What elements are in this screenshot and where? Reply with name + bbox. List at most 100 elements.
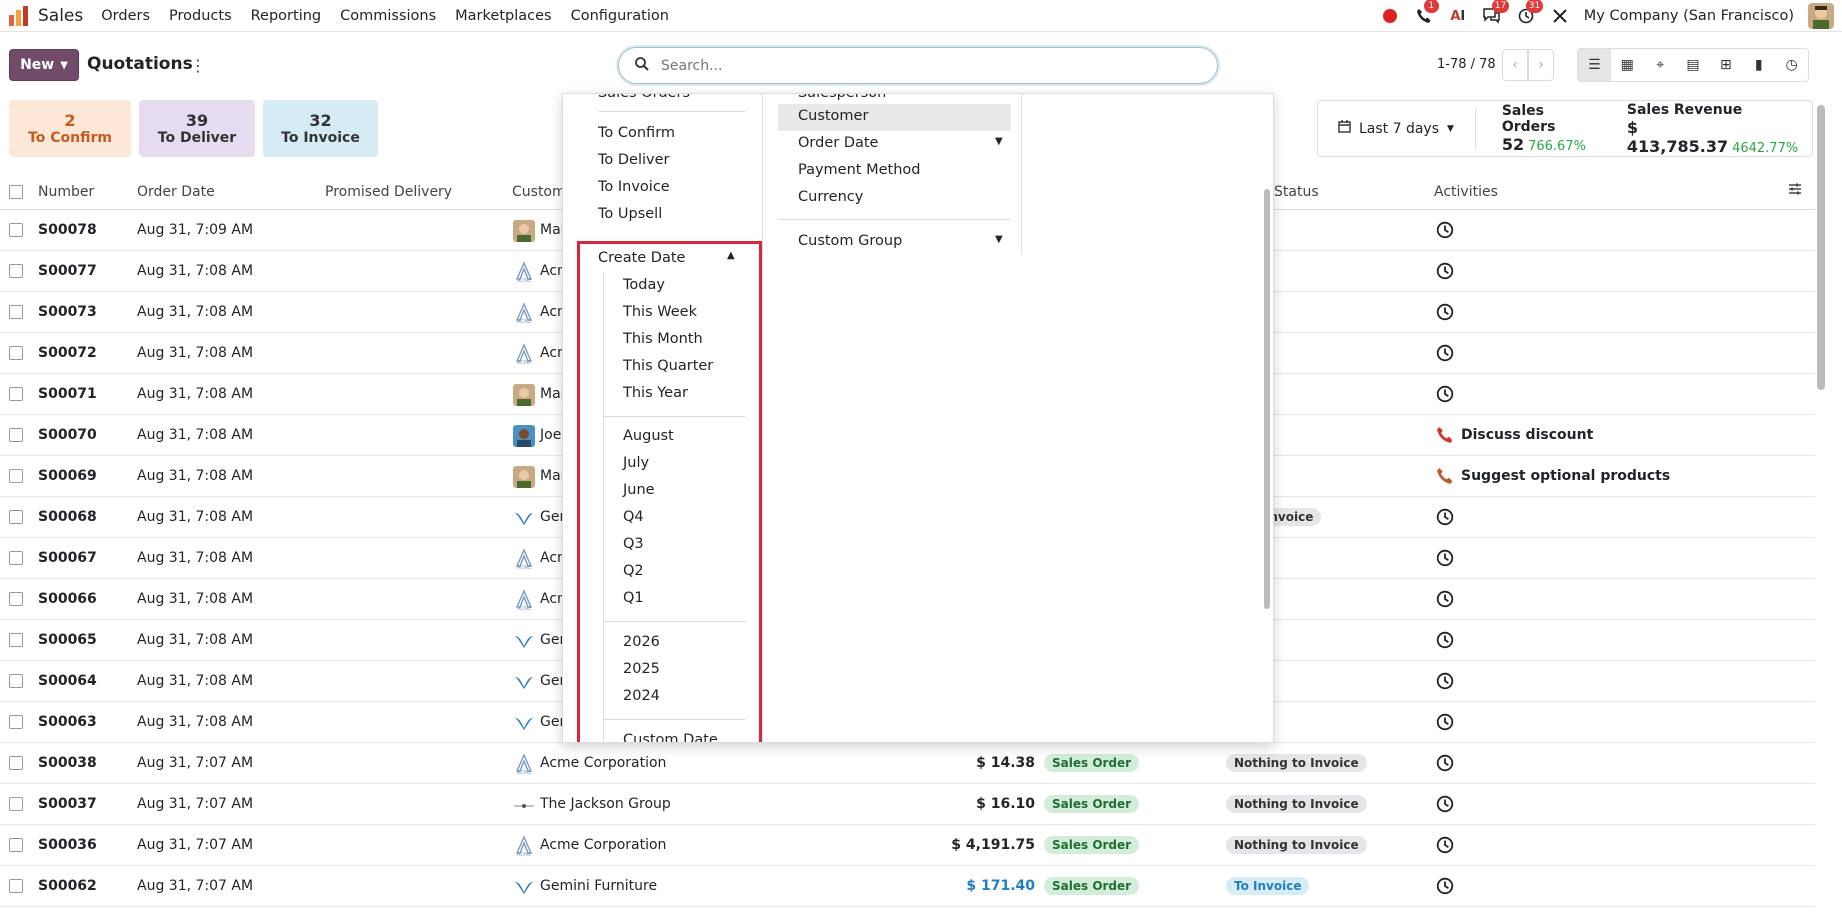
period-august[interactable]: August	[623, 428, 674, 444]
dropdown-scroll-thumb[interactable]	[1264, 189, 1270, 609]
new-button[interactable]: New ▼	[9, 49, 79, 81]
menu-products[interactable]: Products	[169, 8, 232, 24]
company-switcher[interactable]: My Company (San Francisco)	[1584, 8, 1794, 24]
table-row[interactable]: S00037 Aug 31, 7:07 AM The Jackson Group $ …	[0, 784, 1815, 825]
filter-to-upsell[interactable]: To Upsell	[598, 206, 662, 222]
groupby-currency[interactable]: Currency	[798, 189, 863, 205]
filter-sales-orders[interactable]: Sales Orders	[598, 94, 690, 101]
menu-marketplaces[interactable]: Marketplaces	[455, 8, 551, 24]
clock-activity-icon[interactable]	[1436, 713, 1454, 735]
filter-create-date[interactable]: Create Date	[598, 250, 685, 266]
table-row[interactable]: S00036 Aug 31, 7:07 AM ACME Acme Corporatio…	[0, 825, 1815, 866]
phone-activity-icon[interactable]	[1436, 426, 1454, 448]
col-activities[interactable]: Activities	[1434, 184, 1498, 200]
col-promised-delivery[interactable]: Promised Delivery	[325, 184, 452, 200]
row-checkbox[interactable]	[9, 674, 23, 688]
user-avatar[interactable]	[1808, 3, 1834, 29]
row-checkbox[interactable]	[9, 223, 23, 237]
tools-icon[interactable]	[1550, 6, 1570, 26]
period-this-month[interactable]: This Month	[623, 331, 703, 347]
row-checkbox[interactable]	[9, 428, 23, 442]
groupby-salesperson[interactable]: Salesperson	[798, 94, 886, 101]
clock-activity-icon[interactable]	[1436, 385, 1454, 407]
period-this-quarter[interactable]: This Quarter	[623, 358, 713, 374]
pivot-view-button[interactable]: ⊞	[1709, 49, 1742, 81]
sales-app-icon[interactable]	[8, 5, 30, 27]
filter-to-deliver[interactable]: To Deliver	[598, 152, 669, 168]
row-checkbox[interactable]	[9, 469, 23, 483]
caret-up-icon[interactable]: ▲	[727, 250, 735, 261]
clock-activity-icon[interactable]	[1436, 877, 1454, 899]
messages-icon[interactable]: 17	[1482, 0, 1510, 26]
pager-value[interactable]: 1-78 / 78	[1437, 57, 1496, 72]
menu-reporting[interactable]: Reporting	[251, 8, 322, 24]
row-checkbox[interactable]	[9, 879, 23, 893]
table-row[interactable]: S00038 Aug 31, 7:07 AM ACME Acme Corporatio…	[0, 743, 1815, 784]
record-icon[interactable]	[1380, 6, 1400, 26]
activity-clock-icon[interactable]: 31	[1516, 0, 1544, 26]
kpi-to-confirm[interactable]: 2 To Confirm	[9, 100, 131, 157]
col-customer[interactable]: Custom	[512, 184, 566, 200]
row-checkbox[interactable]	[9, 592, 23, 606]
row-checkbox[interactable]	[9, 387, 23, 401]
clock-activity-icon[interactable]	[1436, 795, 1454, 817]
map-view-button[interactable]: ⌖	[1644, 49, 1677, 81]
col-number[interactable]: Number	[38, 184, 94, 200]
menu-commissions[interactable]: Commissions	[340, 8, 436, 24]
clock-activity-icon[interactable]	[1436, 590, 1454, 612]
page-scroll-thumb[interactable]	[1817, 105, 1825, 390]
row-checkbox[interactable]	[9, 797, 23, 811]
clock-activity-icon[interactable]	[1436, 508, 1454, 530]
clock-activity-icon[interactable]	[1436, 303, 1454, 325]
row-checkbox[interactable]	[9, 633, 23, 647]
clock-activity-icon[interactable]	[1436, 262, 1454, 284]
activity-summary[interactable]: Suggest optional products	[1461, 468, 1670, 484]
pager-prev-button[interactable]: ‹	[1502, 49, 1528, 81]
pager-next-button[interactable]: ›	[1528, 49, 1554, 81]
calendar-view-button[interactable]: ▤	[1677, 49, 1710, 81]
row-checkbox[interactable]	[9, 551, 23, 565]
filter-to-confirm[interactable]: To Confirm	[598, 125, 675, 141]
period-q4[interactable]: Q4	[623, 509, 644, 525]
filter-to-invoice[interactable]: To Invoice	[598, 179, 670, 195]
search-bar[interactable]	[618, 47, 1218, 84]
ai-icon[interactable]: AI	[1448, 6, 1468, 26]
list-view-button[interactable]: ☰	[1578, 49, 1611, 81]
period-this-year[interactable]: This Year	[623, 385, 688, 401]
period-custom-date[interactable]: Custom Date	[623, 732, 718, 742]
phone-icon[interactable]: 1	[1414, 0, 1439, 26]
row-checkbox[interactable]	[9, 838, 23, 852]
period-q2[interactable]: Q2	[623, 563, 644, 579]
actions-menu-icon[interactable]: ⋮	[190, 56, 206, 75]
graph-view-button[interactable]: ▮	[1742, 49, 1775, 81]
kanban-view-button[interactable]: ▦	[1611, 49, 1644, 81]
column-settings-icon[interactable]	[1788, 182, 1802, 200]
row-checkbox[interactable]	[9, 305, 23, 319]
period-july[interactable]: July	[623, 455, 649, 471]
activity-view-button[interactable]: ◷	[1775, 49, 1808, 81]
period-q3[interactable]: Q3	[623, 536, 644, 552]
clock-activity-icon[interactable]	[1436, 549, 1454, 571]
caret-down-icon[interactable]: ▼	[995, 136, 1003, 147]
kpi-to-deliver[interactable]: 39 To Deliver	[139, 100, 255, 157]
search-input[interactable]	[659, 56, 1179, 75]
menu-orders[interactable]: Orders	[101, 8, 150, 24]
row-checkbox[interactable]	[9, 346, 23, 360]
period-selector[interactable]: Last 7 days ▼	[1318, 108, 1476, 149]
caret-down-icon[interactable]: ▼	[995, 234, 1003, 245]
groupby-payment-method[interactable]: Payment Method	[798, 162, 920, 178]
period-q1[interactable]: Q1	[623, 590, 644, 606]
row-checkbox[interactable]	[9, 264, 23, 278]
clock-activity-icon[interactable]	[1436, 672, 1454, 694]
groupby-custom-group[interactable]: Custom Group	[798, 233, 902, 249]
row-checkbox[interactable]	[9, 510, 23, 524]
clock-activity-icon[interactable]	[1436, 221, 1454, 243]
app-name[interactable]: Sales	[38, 6, 83, 26]
clock-activity-icon[interactable]	[1436, 344, 1454, 366]
groupby-customer[interactable]: Customer	[798, 108, 868, 124]
period-this-week[interactable]: This Week	[623, 304, 697, 320]
activity-summary[interactable]: Discuss discount	[1461, 427, 1593, 443]
clock-activity-icon[interactable]	[1436, 836, 1454, 858]
col-order-date[interactable]: Order Date	[137, 184, 215, 200]
period-2024[interactable]: 2024	[623, 688, 660, 704]
